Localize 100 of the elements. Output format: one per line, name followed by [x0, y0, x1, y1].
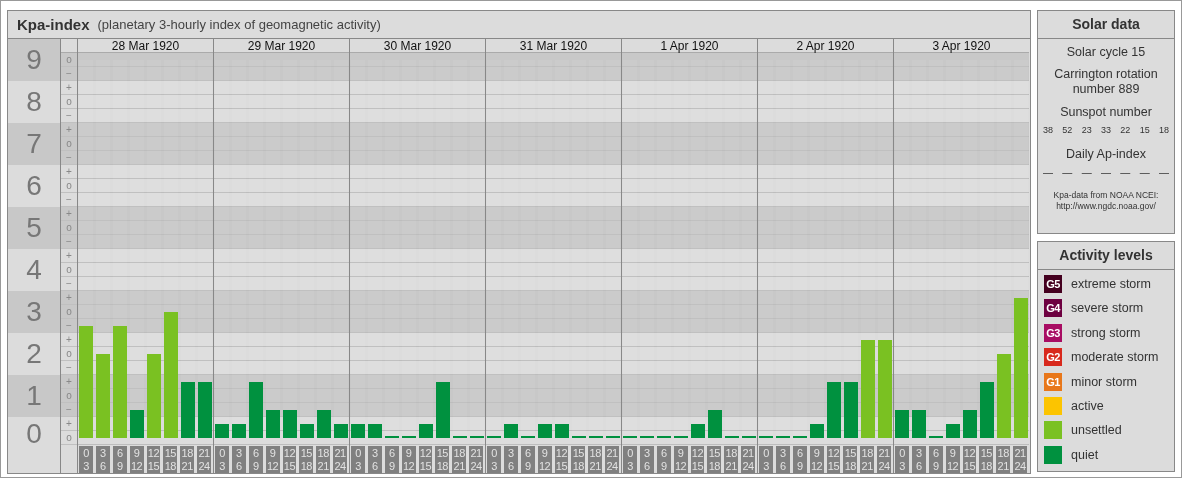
kp-third-label: + — [66, 417, 72, 430]
ap-index-value: — — [1158, 167, 1169, 178]
kp-value-label: 6 — [26, 171, 42, 201]
time-range-label: 21 24 — [741, 446, 755, 473]
time-range-label: 3 6 — [911, 446, 926, 473]
kp-third-label: − — [66, 319, 72, 332]
sunspot-number: 15 — [1139, 125, 1150, 135]
kp-third-label: − — [66, 67, 72, 80]
time-range-label: 21 24 — [877, 446, 891, 473]
level-swatch: G2 — [1044, 348, 1062, 367]
ap-index-value: — — [1043, 167, 1053, 178]
time-range-label: 12 15 — [962, 446, 977, 473]
time-range-label: 18 21 — [588, 446, 603, 473]
sunspot-number: 38 — [1043, 125, 1053, 135]
kp-third-label: + — [66, 207, 72, 220]
time-range-label: 9 12 — [809, 446, 824, 473]
level-swatch: G4 — [1044, 299, 1062, 318]
time-range-label: 0 3 — [79, 446, 93, 473]
sunspot-number: 52 — [1062, 125, 1073, 135]
time-range-label: 0 3 — [895, 446, 909, 473]
time-range-label: 6 9 — [112, 446, 127, 473]
time-range-label: 3 6 — [639, 446, 654, 473]
time-range-label: 12 15 — [826, 446, 841, 473]
kp-third-label: − — [66, 403, 72, 416]
ap-index-value: — — [1062, 167, 1073, 178]
time-range-label: 6 9 — [792, 446, 807, 473]
ap-index-heading: Daily Ap-index — [1066, 147, 1146, 161]
level-label: quiet — [1071, 447, 1099, 462]
date-label: 29 Mar 1920 — [247, 39, 316, 53]
kp-value-label: 1 — [26, 381, 42, 411]
level-label: unsettled — [1071, 423, 1122, 438]
kp-third-label: − — [66, 151, 72, 164]
time-range-label: 3 6 — [775, 446, 790, 473]
chart-subtitle: (planetary 3-hourly index of geomagnetic activity) — [97, 17, 381, 32]
kp-third-label: − — [66, 277, 72, 290]
time-range-label: 21 24 — [1013, 446, 1027, 473]
time-range-label: 6 9 — [928, 446, 943, 473]
kp-third-label: o — [66, 263, 72, 276]
time-range-label: 12 15 — [146, 446, 161, 473]
kp-third-label: o — [66, 431, 72, 444]
time-range-label: 0 3 — [351, 446, 365, 473]
time-range-label: 18 21 — [724, 446, 739, 473]
time-range-label: 15 18 — [843, 446, 858, 473]
time-range-label: 18 21 — [180, 446, 195, 473]
time-range-label: 12 15 — [690, 446, 705, 473]
sunspot-number: 23 — [1081, 125, 1092, 135]
time-range-label: 3 6 — [367, 446, 382, 473]
time-range-label: 15 18 — [435, 446, 450, 473]
panel-title: Solar data — [1038, 11, 1174, 39]
level-label: severe storm — [1071, 301, 1144, 316]
kp-value-label: 8 — [26, 87, 42, 117]
level-swatch: G1 — [1044, 372, 1062, 391]
time-range-label: 18 21 — [316, 446, 331, 473]
date-label: 28 Mar 1920 — [111, 39, 180, 53]
time-range-label: 21 24 — [469, 446, 483, 473]
date-label: 2 Apr 1920 — [796, 39, 855, 53]
time-range-label: 21 24 — [605, 446, 619, 473]
sunspot-number: 18 — [1158, 125, 1169, 135]
ap-index-value: — — [1139, 167, 1150, 178]
time-range-label: 0 3 — [215, 446, 229, 473]
ap-index-value: — — [1101, 167, 1111, 178]
time-range-label: 9 12 — [945, 446, 960, 473]
kp-third-label: + — [66, 249, 72, 262]
time-range-label: 21 24 — [197, 446, 211, 473]
kp-value-label: 2 — [26, 339, 42, 369]
time-range-label: 15 18 — [707, 446, 722, 473]
kp-value-label: 7 — [26, 129, 42, 159]
kp-value-label: 4 — [26, 255, 42, 285]
time-range-label: 21 24 — [333, 446, 347, 473]
time-range-label: 15 18 — [979, 446, 994, 473]
time-range-label: 18 21 — [860, 446, 875, 473]
kp-third-label: + — [66, 81, 72, 94]
time-range-label: 9 12 — [401, 446, 416, 473]
kp-value-label: 9 — [26, 45, 42, 75]
time-range-label: 0 3 — [487, 446, 501, 473]
kp-third-label: − — [66, 109, 72, 122]
kp-third-label: − — [66, 193, 72, 206]
time-range-label: 0 3 — [759, 446, 773, 473]
kp-value-label: 5 — [26, 213, 42, 243]
kp-third-label: o — [66, 179, 72, 192]
kp-value-label: 0 — [26, 419, 42, 449]
ap-index-value: — — [1120, 167, 1131, 178]
level-swatch: G3 — [1044, 323, 1062, 342]
time-range-label: 12 15 — [282, 446, 297, 473]
time-range-label: 12 15 — [418, 446, 433, 473]
chart-title: Kpa-index — [17, 16, 90, 33]
time-range-label: 9 12 — [129, 446, 144, 473]
kp-third-label: + — [66, 333, 72, 346]
kp-value-label: 3 — [26, 297, 42, 327]
kp-third-label: + — [66, 165, 72, 178]
sunspot-heading: Sunspot number — [1060, 105, 1152, 119]
date-label: 31 Mar 1920 — [519, 39, 588, 53]
sunspot-number: 33 — [1101, 125, 1111, 135]
kp-third-label: + — [66, 375, 72, 388]
date-label: 3 Apr 1920 — [932, 39, 991, 53]
level-label: minor storm — [1071, 374, 1137, 389]
source-note: Kpa-data from NOAA NCEI: — [1053, 190, 1159, 201]
kp-third-label: − — [66, 235, 72, 248]
time-range-label: 15 18 — [163, 446, 178, 473]
time-range-label: 18 21 — [452, 446, 467, 473]
